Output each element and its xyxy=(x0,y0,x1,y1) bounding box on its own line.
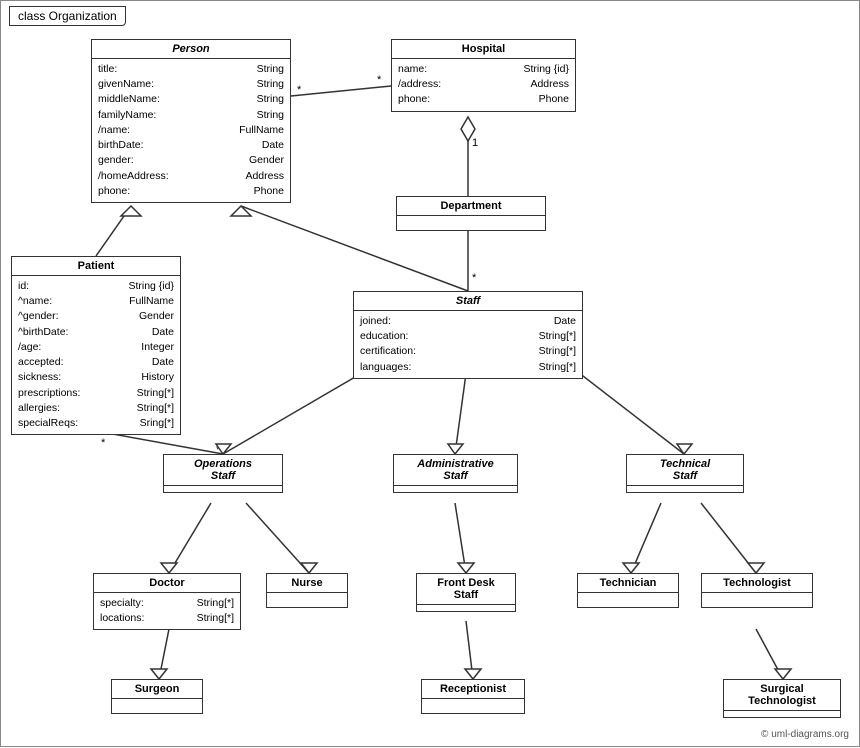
class-doctor-name: Doctor xyxy=(94,574,240,593)
diagram-container: class Organization * * 1 * 1 * * xyxy=(0,0,860,747)
class-front-desk: Front Desk Staff xyxy=(416,573,516,612)
class-person-name: Person xyxy=(92,40,290,59)
class-tech-staff: Technical Staff xyxy=(626,454,744,493)
class-ops-staff: Operations Staff xyxy=(163,454,283,493)
class-staff: Staff joined:Date education:String[*] ce… xyxy=(353,291,583,379)
class-technician: Technician xyxy=(577,573,679,608)
class-receptionist: Receptionist xyxy=(421,679,525,714)
class-surgical-tech-name: Surgical Technologist xyxy=(724,680,840,711)
class-technologist-name: Technologist xyxy=(702,574,812,593)
class-surgical-tech-attrs xyxy=(724,711,840,717)
svg-text:*: * xyxy=(377,74,382,86)
class-person-attrs: title:String givenName:String middleName… xyxy=(92,59,290,202)
class-surgeon: Surgeon xyxy=(111,679,203,714)
class-technician-name: Technician xyxy=(578,574,678,593)
class-surgeon-attrs xyxy=(112,699,202,713)
class-admin-staff: Administrative Staff xyxy=(393,454,518,493)
class-doctor: Doctor specialty:String[*] locations:Str… xyxy=(93,573,241,630)
class-surgical-tech: Surgical Technologist xyxy=(723,679,841,718)
class-tech-staff-attrs xyxy=(627,486,743,492)
svg-text:*: * xyxy=(472,272,477,284)
class-staff-attrs: joined:Date education:String[*] certific… xyxy=(354,311,582,378)
class-nurse-name: Nurse xyxy=(267,574,347,593)
class-technologist-attrs xyxy=(702,593,812,607)
class-department: Department xyxy=(396,196,546,231)
class-patient: Patient id:String {id} ^name:FullName ^g… xyxy=(11,256,181,435)
svg-text:*: * xyxy=(101,437,106,449)
class-receptionist-name: Receptionist xyxy=(422,680,524,699)
class-ops-staff-attrs xyxy=(164,486,282,492)
class-surgeon-name: Surgeon xyxy=(112,680,202,699)
diagram-title: class Organization xyxy=(9,6,126,26)
class-department-name: Department xyxy=(397,197,545,216)
class-person: Person title:String givenName:String mid… xyxy=(91,39,291,203)
class-patient-name: Patient xyxy=(12,257,180,276)
class-receptionist-attrs xyxy=(422,699,524,713)
class-staff-name: Staff xyxy=(354,292,582,311)
class-admin-staff-name: Administrative Staff xyxy=(394,455,517,486)
class-patient-attrs: id:String {id} ^name:FullName ^gender:Ge… xyxy=(12,276,180,434)
svg-text:*: * xyxy=(297,84,302,96)
class-nurse: Nurse xyxy=(266,573,348,608)
class-nurse-attrs xyxy=(267,593,347,607)
class-doctor-attrs: specialty:String[*] locations:String[*] xyxy=(94,593,240,629)
class-front-desk-name: Front Desk Staff xyxy=(417,574,515,605)
class-tech-staff-name: Technical Staff xyxy=(627,455,743,486)
svg-text:1: 1 xyxy=(472,137,478,149)
class-admin-staff-attrs xyxy=(394,486,517,492)
class-technician-attrs xyxy=(578,593,678,607)
class-department-attrs xyxy=(397,216,545,230)
copyright: © uml-diagrams.org xyxy=(761,729,849,740)
class-front-desk-attrs xyxy=(417,605,515,611)
class-technologist: Technologist xyxy=(701,573,813,608)
class-hospital-attrs: name:String {id} /address:Address phone:… xyxy=(392,59,575,111)
class-hospital: Hospital name:String {id} /address:Addre… xyxy=(391,39,576,112)
class-ops-staff-name: Operations Staff xyxy=(164,455,282,486)
class-hospital-name: Hospital xyxy=(392,40,575,59)
